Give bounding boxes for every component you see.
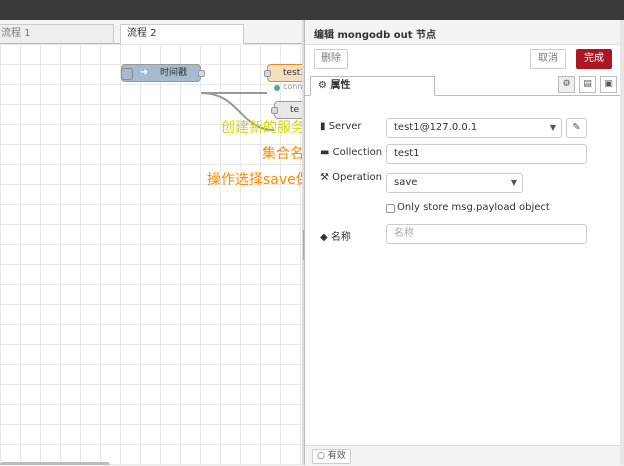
settings-gear-icon[interactable]: ⚙ xyxy=(558,76,575,93)
workspace-tabs: 流程 1 流程 2 xyxy=(0,20,304,44)
tray-tabs: ⚙ 属性 ⚙ ▤ ▣ xyxy=(305,75,620,96)
inject-node-label: 时间戳 xyxy=(160,68,188,78)
collection-input[interactable]: test1 xyxy=(386,144,587,164)
server-value: test1@127.0.0.1 xyxy=(394,122,478,133)
circle-icon: ○ xyxy=(317,451,325,461)
collection-label: ▬ Collection xyxy=(320,147,383,158)
server-select[interactable]: test1@127.0.0.1 ▼ xyxy=(386,118,562,138)
cancel-button[interactable]: 取消 xyxy=(530,49,566,69)
operation-label: ⚒ Operation xyxy=(320,172,382,183)
chevron-down-icon: ▼ xyxy=(510,178,517,187)
description-doc-icon[interactable]: ▤ xyxy=(579,76,596,93)
annotation-collection-name: 集合名 xyxy=(262,146,304,162)
top-header-bar xyxy=(0,0,624,20)
tab-properties-label: 属性 xyxy=(330,80,351,91)
tag-icon: ◆ xyxy=(320,232,328,243)
input-port[interactable] xyxy=(271,107,278,114)
name-input[interactable]: 名称 xyxy=(386,224,587,244)
wrench-icon: ⚒ xyxy=(320,172,329,183)
edit-tray: 编辑 mongodb out 节点 删除 取消 完成 ⚙ 属性 ⚙ ▤ ▣ ▮ … xyxy=(304,20,620,466)
flow-canvas[interactable] xyxy=(0,44,304,465)
server-label: ▮ Server xyxy=(320,121,362,132)
tray-scrollbar[interactable] xyxy=(620,20,624,465)
tray-footer: ○ 有效 xyxy=(305,445,620,466)
bookmark-icon: ▮ xyxy=(320,121,326,132)
appearance-frame-icon[interactable]: ▣ xyxy=(600,76,617,93)
tab-properties[interactable]: ⚙ 属性 xyxy=(310,76,435,96)
operation-value: save xyxy=(394,177,418,188)
payload-only-checkbox[interactable] xyxy=(386,204,395,213)
flow-workspace: 流程 1 流程 2 xyxy=(0,20,304,465)
delete-button[interactable]: 删除 xyxy=(314,49,348,69)
pencil-icon: ✎ xyxy=(572,122,581,133)
done-button[interactable]: 完成 xyxy=(576,49,612,69)
output-port[interactable] xyxy=(198,70,205,77)
enabled-toggle-button[interactable]: ○ 有效 xyxy=(312,449,351,464)
edit-server-button[interactable]: ✎ xyxy=(566,118,587,138)
inject-node[interactable]: ➜ 时间戳 xyxy=(121,64,205,82)
wires xyxy=(200,92,275,131)
mongodb-node-label: te xyxy=(290,105,300,115)
tray-title: 编辑 mongodb out 节点 xyxy=(314,30,436,41)
tray-header: 编辑 mongodb out 节点 xyxy=(305,20,620,45)
tab-flow-1[interactable]: 流程 1 xyxy=(0,24,114,43)
annotation-create-server: 创建新的服务 xyxy=(221,120,305,136)
inject-trigger-button[interactable] xyxy=(121,68,133,80)
payload-only-label: Only store msg.payload object xyxy=(397,202,550,213)
chevron-down-icon: ▼ xyxy=(549,123,556,132)
arrow-in-icon: ➜ xyxy=(139,67,149,78)
operation-select[interactable]: save ▼ xyxy=(386,173,523,193)
enabled-label: 有效 xyxy=(327,451,346,461)
gear-icon: ⚙ xyxy=(318,80,327,91)
tab-flow-2[interactable]: 流程 2 xyxy=(120,24,244,44)
briefcase-icon: ▬ xyxy=(320,147,330,158)
input-port[interactable] xyxy=(264,70,271,77)
name-label: ◆ 名称 xyxy=(320,232,351,243)
status-dot-icon xyxy=(274,85,280,91)
